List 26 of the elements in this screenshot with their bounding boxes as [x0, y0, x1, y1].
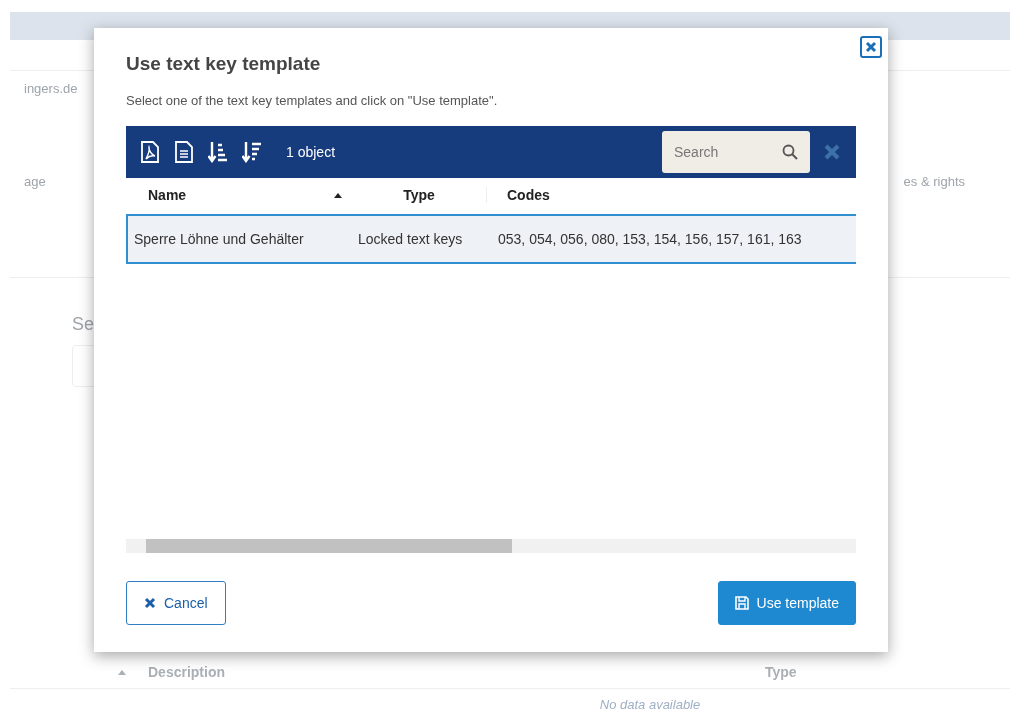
search-field[interactable]: Search — [662, 131, 810, 173]
horizontal-scrollbar[interactable] — [126, 539, 856, 553]
dialog-title: Use text key template — [126, 53, 322, 75]
table-cell-text: Locked text keys — [357, 231, 464, 247]
section-title: Se — [72, 314, 94, 335]
close-icon — [864, 40, 878, 54]
column-header[interactable]: Codes — [507, 187, 550, 203]
search-icon[interactable] — [782, 144, 798, 160]
pdf-icon[interactable] — [140, 141, 160, 163]
column-header[interactable]: Type — [403, 187, 435, 203]
document-icon[interactable] — [174, 141, 194, 163]
sort-ascending-icon[interactable] — [208, 141, 228, 163]
table-cell-text: 053, 054, 056, 080, 153, 154, 156, 157, 161, 163 — [497, 231, 802, 247]
cancel-button[interactable]: Cancel — [126, 581, 226, 625]
instruction-text: Select one of the text key templates and click on "Use template". — [126, 93, 499, 108]
sort-descending-icon[interactable] — [242, 141, 262, 163]
object-count: 1 object — [286, 144, 336, 160]
empty-message: No data available — [598, 697, 702, 709]
close-icon — [144, 597, 156, 609]
account-text: ingers.de — [24, 81, 79, 96]
close-button[interactable] — [860, 36, 882, 58]
table-cell-text: Sperre Löhne und Gehälter — [133, 231, 305, 247]
save-icon — [734, 596, 749, 610]
column-header[interactable]: Name — [148, 187, 187, 203]
use-template-button[interactable]: Use template — [717, 581, 856, 625]
table-row[interactable]: Sperre Löhne und Gehälter Locked text keys 053, 054, 056, 080, 153, 154, 156, 157, 161, 163 — [126, 214, 856, 264]
